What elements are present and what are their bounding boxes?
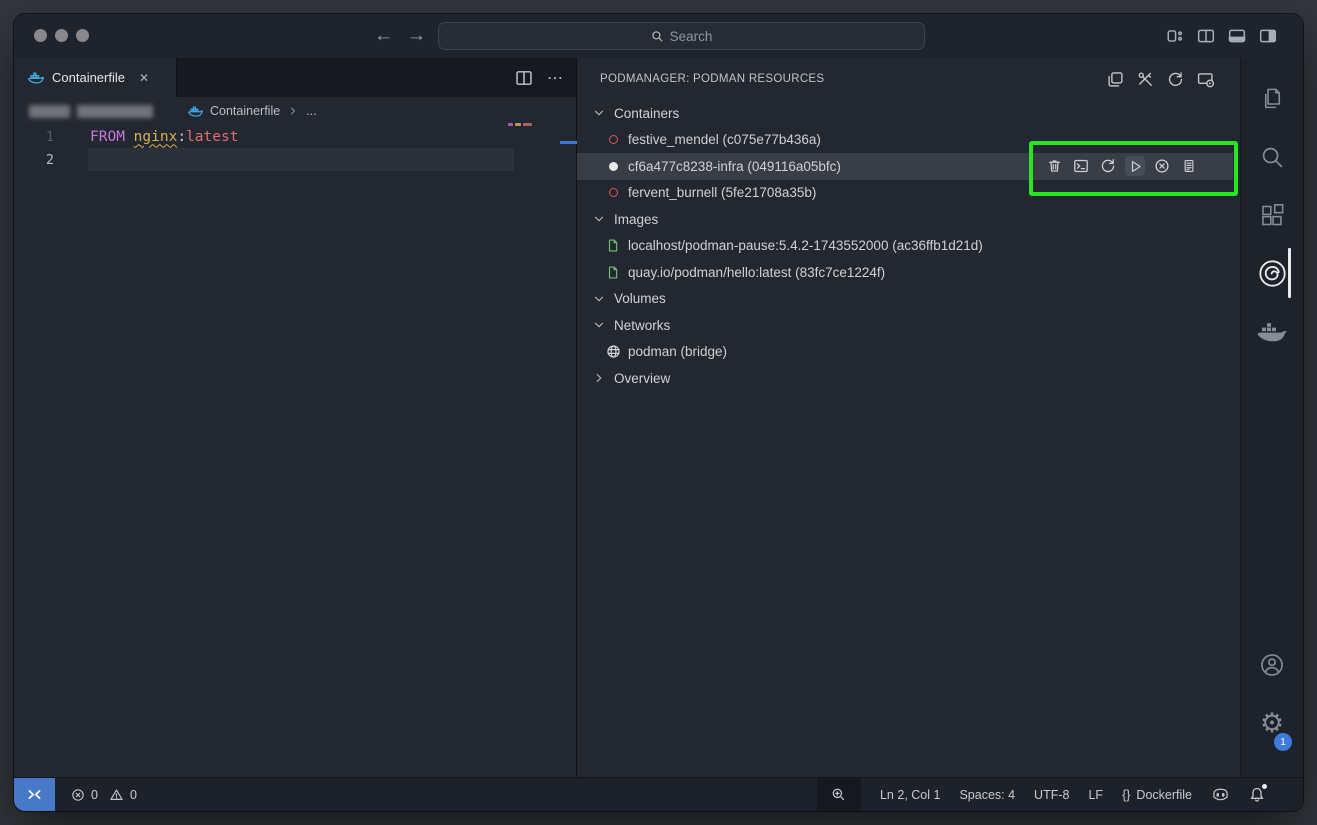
braces-icon: {} [1122,788,1130,802]
tree-section-overview[interactable]: Overview [577,365,1240,392]
code-line-2: 2 [14,148,576,171]
container-stopped-icon [605,135,621,144]
image-file-icon [605,238,621,253]
annotation-highlight-box [1029,141,1238,196]
panel-actions [1107,71,1215,88]
forward-icon[interactable]: → [407,25,426,47]
chevron-right-icon [591,371,607,385]
minimize-window-button[interactable] [55,29,68,42]
copilot-icon[interactable] [1211,786,1230,803]
close-window-button[interactable] [34,29,47,42]
activity-docker-icon[interactable] [1241,306,1303,358]
activity-extensions-icon[interactable] [1241,189,1303,241]
chevron-down-icon [591,292,607,306]
eol-sequence[interactable]: LF [1088,788,1103,802]
breadcrumb-file[interactable]: Containerfile [210,104,280,118]
indentation[interactable]: Spaces: 4 [959,788,1015,802]
activity-explorer-icon[interactable] [1241,73,1303,125]
tree-section-volumes[interactable]: Volumes [577,286,1240,313]
panel-title: PODMANAGER: PODMAN RESOURCES [600,73,1107,85]
errors-icon [71,788,85,802]
vscode-window: ← → Search [14,14,1303,811]
warnings-count: 0 [130,788,137,802]
activity-bar: ⚙ 1 [1240,58,1303,777]
active-view-indicator [1288,248,1291,298]
history-nav: ← → [374,14,426,58]
activity-podman-icon[interactable] [1241,247,1303,299]
tools-icon[interactable] [1137,71,1154,88]
editor-group: Containerfile ✕ ⋯ [14,58,577,777]
activity-search-icon[interactable] [1241,131,1303,183]
chevron-down-icon [591,212,607,226]
command-center-search[interactable]: Search [438,22,925,50]
errors-count: 0 [91,788,98,802]
remote-indicator[interactable] [14,778,55,811]
code-editor[interactable]: 1 FROM nginx:latest 2 [14,125,576,171]
docker-whale-icon [188,105,203,118]
redacted-breadcrumb-segment [77,105,153,118]
minimap[interactable] [508,123,532,127]
zoom-in-icon [831,787,846,802]
search-icon [651,30,664,43]
split-editor-layout-icon[interactable] [1197,27,1215,45]
overview-ruler-cursor [560,141,577,144]
screencast-zoom-button[interactable] [817,778,861,811]
problems-indicator[interactable]: 0 0 [71,788,137,802]
tab-label: Containerfile [52,70,125,85]
traffic-lights [34,29,89,42]
warnings-icon [109,788,124,802]
search-placeholder: Search [670,29,713,44]
notifications-bell-icon[interactable] [1249,786,1265,803]
chevron-down-icon [591,106,607,120]
accounts-icon[interactable] [1241,639,1303,691]
status-right: Ln 2, Col 1 Spaces: 4 UTF-8 LF {} Docker… [817,778,1265,811]
image-file-icon [605,265,621,280]
line-number: 2 [14,152,76,168]
split-editor-icon[interactable] [515,69,533,87]
docker-whale-icon [28,71,44,85]
customize-layout-icon[interactable] [1166,27,1184,45]
line-number: 1 [14,129,76,145]
refresh-icon[interactable] [1167,71,1184,88]
close-tab-icon[interactable]: ✕ [139,71,149,85]
toggle-panel-icon[interactable] [1228,27,1246,45]
tree-item-network-podman[interactable]: podman (bridge) [577,339,1240,366]
titlebar: ← → Search [14,14,1303,58]
container-stopped-icon [605,188,621,197]
encoding[interactable]: UTF-8 [1034,788,1069,802]
tree-section-images[interactable]: Images [577,206,1240,233]
tab-bar: Containerfile ✕ ⋯ [14,58,576,97]
desktop-background: ← → Search [0,0,1317,825]
settings-badge: 1 [1274,733,1292,751]
editor-actions: ⋯ [515,58,564,97]
tree-section-containers[interactable]: Containers [577,100,1240,127]
breadcrumb-symbol[interactable]: ... [306,104,316,118]
run-compose-icon[interactable] [1197,71,1215,88]
tree-section-networks[interactable]: Networks [577,312,1240,339]
chevron-right-icon [287,105,299,117]
cursor-position[interactable]: Ln 2, Col 1 [880,788,940,802]
tab-containerfile[interactable]: Containerfile ✕ [14,58,177,97]
tree-item-image-podman-pause[interactable]: localhost/podman-pause:5.4.2-1743552000 … [577,233,1240,260]
status-bar: 0 0 Ln 2, Col 1 Spaces: 4 UTF-8 LF {} [14,777,1303,811]
breadcrumb: Containerfile ... [14,97,576,125]
panel-header: PODMANAGER: PODMAN RESOURCES [577,58,1240,100]
notification-dot [1262,784,1267,789]
code-text: FROM nginx:latest [76,129,238,145]
more-actions-icon[interactable]: ⋯ [547,68,564,88]
code-line-1: 1 FROM nginx:latest [14,125,576,148]
back-icon[interactable]: ← [374,25,393,47]
settings-gear-icon[interactable]: ⚙ 1 [1241,697,1303,749]
tree-item-image-hello[interactable]: quay.io/podman/hello:latest (83fc7ce1224… [577,259,1240,286]
open-in-new-window-icon[interactable] [1107,71,1124,88]
redacted-breadcrumb-segment [29,105,70,118]
toggle-secondary-sidebar-icon[interactable] [1259,27,1277,45]
language-mode[interactable]: {} Dockerfile [1122,788,1192,802]
layout-controls [1166,14,1277,58]
globe-icon [605,344,621,359]
container-running-icon [605,162,621,171]
chevron-down-icon [591,318,607,332]
maximize-window-button[interactable] [76,29,89,42]
